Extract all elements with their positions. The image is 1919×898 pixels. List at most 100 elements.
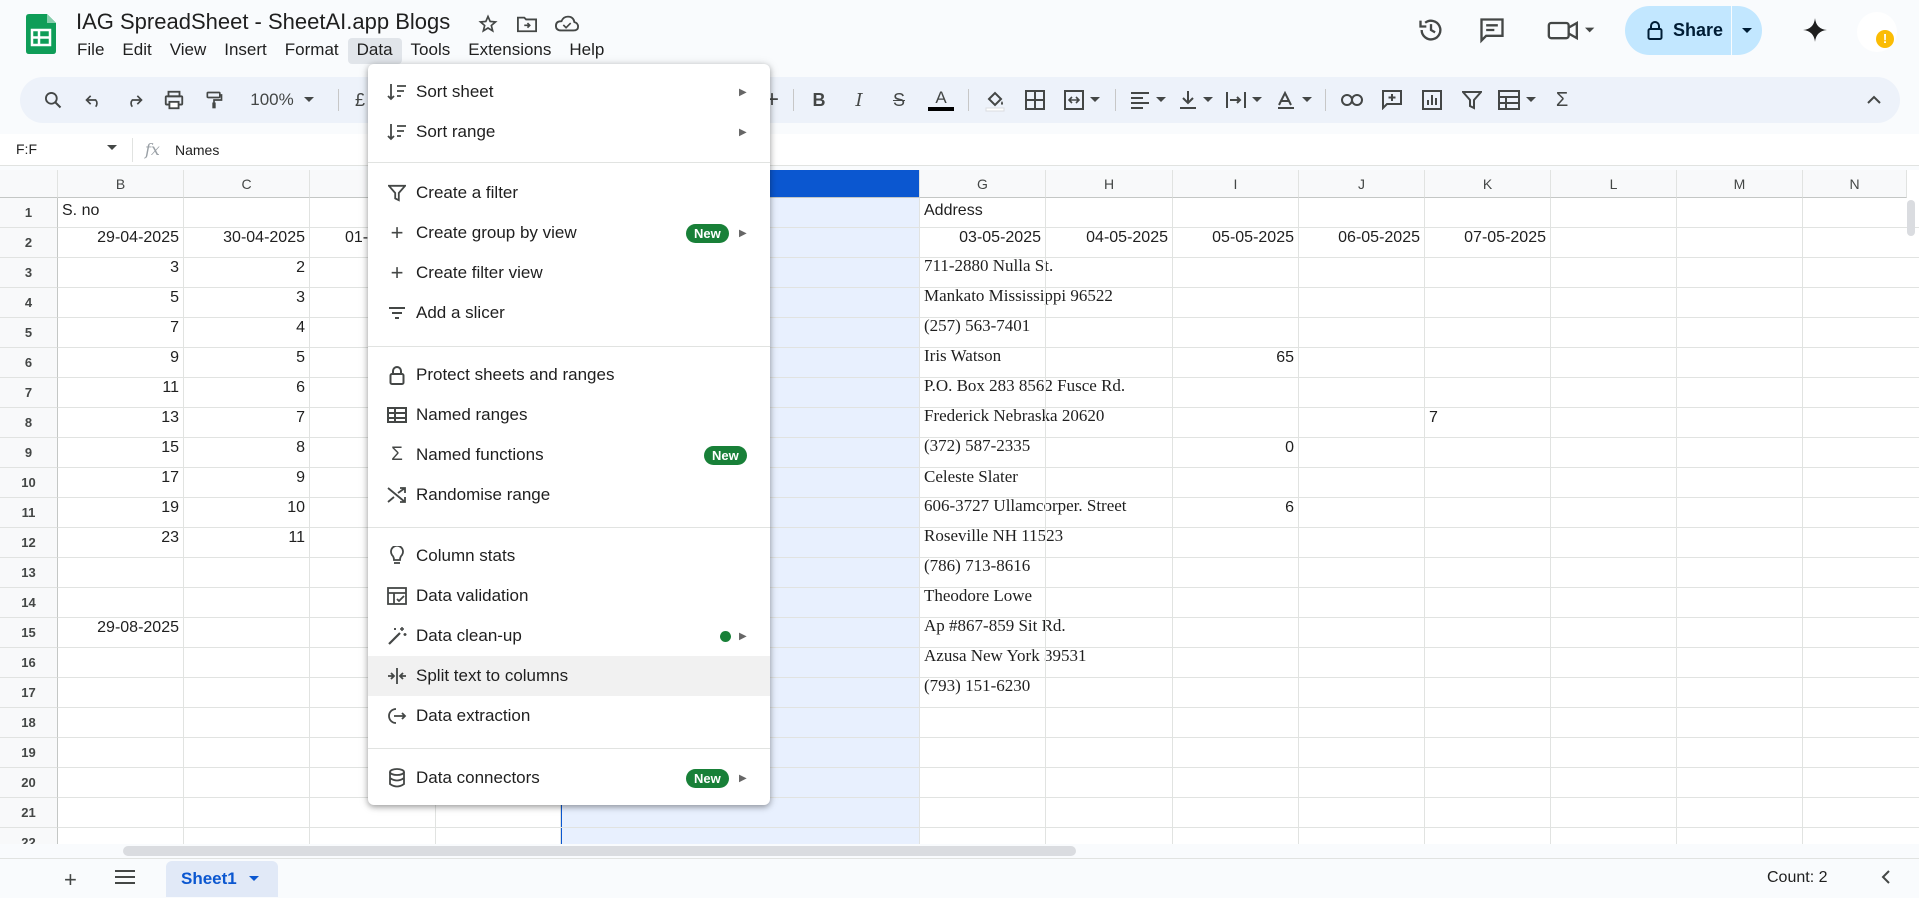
currency-format-icon[interactable]: £ bbox=[350, 85, 370, 115]
row-header[interactable]: 10 bbox=[0, 468, 58, 498]
cell-c5[interactable]: 4 bbox=[184, 319, 310, 337]
move-folder-icon[interactable] bbox=[513, 10, 541, 38]
undo-icon[interactable] bbox=[79, 85, 109, 115]
cell-g12[interactable]: Roseville NH 11523 bbox=[924, 526, 1063, 546]
borders-icon[interactable] bbox=[1020, 85, 1050, 115]
bold-icon[interactable]: B bbox=[806, 85, 832, 115]
cell-h2[interactable]: 04-05-2025 bbox=[1046, 229, 1173, 247]
cell-b5[interactable]: 7 bbox=[58, 319, 184, 337]
cell-g6[interactable]: Iris Watson bbox=[924, 346, 1001, 366]
col-header-b[interactable]: B bbox=[58, 170, 184, 198]
chevron-down-icon[interactable] bbox=[107, 145, 117, 151]
menu-insert[interactable]: Insert bbox=[215, 38, 276, 64]
strikethrough-icon[interactable]: S bbox=[886, 85, 912, 115]
insert-link-icon[interactable] bbox=[1337, 85, 1367, 115]
sheet-tab-sheet1[interactable]: Sheet1 bbox=[166, 861, 278, 897]
cell-i6[interactable]: 65 bbox=[1173, 349, 1299, 367]
cell-c3[interactable]: 2 bbox=[184, 259, 310, 277]
col-header-k[interactable]: K bbox=[1425, 170, 1551, 198]
cell-g10[interactable]: Celeste Slater bbox=[924, 467, 1018, 487]
row-header[interactable]: 14 bbox=[0, 588, 58, 618]
menu-item-named-ranges[interactable]: Named ranges bbox=[368, 395, 770, 435]
menu-item-create-filter[interactable]: Create a filter bbox=[368, 173, 770, 213]
row-header[interactable]: 3 bbox=[0, 258, 58, 288]
add-sheet-icon[interactable]: + bbox=[64, 867, 77, 893]
col-header-j[interactable]: J bbox=[1299, 170, 1425, 198]
functions-sigma-icon[interactable]: Σ bbox=[1547, 85, 1577, 115]
menu-help[interactable]: Help bbox=[560, 38, 613, 64]
comments-icon[interactable] bbox=[1474, 12, 1510, 48]
col-header-m[interactable]: M bbox=[1677, 170, 1803, 198]
cell-g13[interactable]: (786) 713-8616 bbox=[924, 556, 1030, 576]
cell-g5[interactable]: (257) 563-7401 bbox=[924, 316, 1030, 336]
row-header[interactable]: 22 bbox=[0, 828, 58, 844]
menu-item-create-filter-view[interactable]: + Create filter view bbox=[368, 253, 770, 293]
text-rotation-icon[interactable] bbox=[1272, 85, 1316, 115]
selection-count[interactable]: Count: 2 bbox=[1767, 869, 1827, 887]
menu-item-named-functions[interactable]: Σ Named functions New bbox=[368, 435, 770, 475]
menu-data[interactable]: Data bbox=[347, 38, 402, 64]
menu-edit[interactable]: Edit bbox=[113, 38, 160, 64]
row-header[interactable]: 1 bbox=[0, 198, 58, 228]
menu-item-sort-range[interactable]: Sort range ▶ bbox=[368, 112, 770, 152]
row-header[interactable]: 11 bbox=[0, 498, 58, 528]
cell-i2[interactable]: 05-05-2025 bbox=[1173, 229, 1299, 247]
cell-c8[interactable]: 7 bbox=[184, 409, 310, 427]
spreadsheet-grid[interactable]: B C G H I J K L M N S. no 29-04-2025 3 5… bbox=[0, 170, 1919, 844]
document-title[interactable]: IAG SpreadSheet - SheetAI.app Blogs bbox=[76, 9, 450, 35]
cell-c4[interactable]: 3 bbox=[184, 289, 310, 307]
row-header[interactable]: 12 bbox=[0, 528, 58, 558]
cell-g3[interactable]: 711-2880 Nulla St. bbox=[924, 256, 1053, 276]
cell-b4[interactable]: 5 bbox=[58, 289, 184, 307]
cell-b6[interactable]: 9 bbox=[58, 349, 184, 367]
row-header[interactable]: 7 bbox=[0, 378, 58, 408]
row-header[interactable]: 13 bbox=[0, 558, 58, 588]
cell-b11[interactable]: 19 bbox=[58, 499, 184, 517]
menu-extensions[interactable]: Extensions bbox=[459, 38, 560, 64]
insert-chart-icon[interactable] bbox=[1417, 85, 1447, 115]
cell-c12[interactable]: 11 bbox=[184, 529, 310, 547]
cell-g16[interactable]: Azusa New York 39531 bbox=[924, 646, 1086, 666]
cell-g2[interactable]: 03-05-2025 bbox=[920, 229, 1046, 247]
cell-i9[interactable]: 0 bbox=[1173, 439, 1299, 457]
horizontal-scrollbar[interactable] bbox=[123, 846, 1076, 856]
search-menus-icon[interactable] bbox=[38, 85, 68, 115]
create-filter-icon[interactable] bbox=[1457, 85, 1487, 115]
cell-c9[interactable]: 8 bbox=[184, 439, 310, 457]
cloud-status-icon[interactable] bbox=[553, 10, 581, 38]
meet-camera-icon[interactable] bbox=[1543, 12, 1599, 48]
insert-comment-icon[interactable] bbox=[1377, 85, 1407, 115]
cell-d2[interactable]: 01- bbox=[345, 229, 368, 247]
cell-k2[interactable]: 07-05-2025 bbox=[1425, 229, 1551, 247]
row-header[interactable]: 15 bbox=[0, 618, 58, 648]
col-header-i[interactable]: I bbox=[1173, 170, 1299, 198]
horizontal-align-icon[interactable] bbox=[1126, 85, 1170, 115]
table-view-icon[interactable] bbox=[1495, 85, 1539, 115]
cell-g14[interactable]: Theodore Lowe bbox=[924, 586, 1032, 606]
cell-g1[interactable]: Address bbox=[924, 202, 983, 220]
text-wrapping-icon[interactable] bbox=[1222, 85, 1266, 115]
formula-input[interactable]: Names bbox=[175, 142, 219, 158]
menu-item-protect-sheets[interactable]: Protect sheets and ranges bbox=[368, 355, 770, 395]
vertical-scrollbar[interactable] bbox=[1907, 200, 1915, 236]
menu-item-split-text-to-columns[interactable]: Split text to columns bbox=[368, 656, 770, 696]
cell-g7[interactable]: P.O. Box 283 8562 Fusce Rd. bbox=[924, 376, 1125, 396]
cell-g11[interactable]: 606-3727 Ullamcorper. Street bbox=[924, 496, 1127, 516]
col-header-g[interactable]: G bbox=[920, 170, 1046, 198]
row-header[interactable]: 8 bbox=[0, 408, 58, 438]
cell-b9[interactable]: 15 bbox=[58, 439, 184, 457]
sheets-logo-icon[interactable] bbox=[26, 14, 56, 54]
cell-b7[interactable]: 11 bbox=[58, 379, 184, 397]
cell-b10[interactable]: 17 bbox=[58, 469, 184, 487]
all-sheets-menu-icon[interactable] bbox=[114, 869, 136, 890]
cell-j2[interactable]: 06-05-2025 bbox=[1299, 229, 1425, 247]
cell-c10[interactable]: 9 bbox=[184, 469, 310, 487]
cell-b8[interactable]: 13 bbox=[58, 409, 184, 427]
gemini-sparkle-icon[interactable] bbox=[1797, 12, 1833, 48]
print-icon[interactable] bbox=[159, 85, 189, 115]
row-header[interactable]: 21 bbox=[0, 798, 58, 828]
row-header[interactable]: 19 bbox=[0, 738, 58, 768]
row-header[interactable]: 9 bbox=[0, 438, 58, 468]
share-button[interactable]: Share bbox=[1625, 6, 1762, 55]
menu-view[interactable]: View bbox=[161, 38, 216, 64]
